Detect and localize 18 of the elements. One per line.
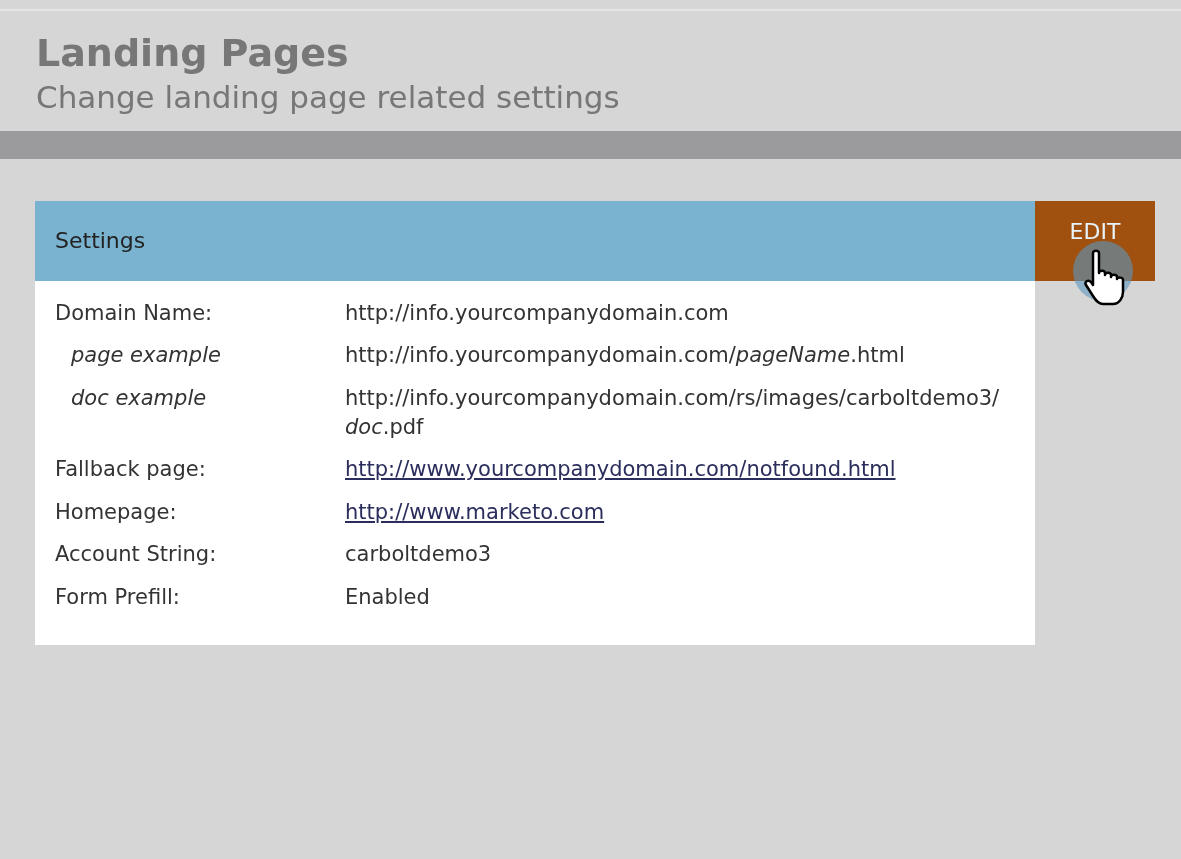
field-value: http://info.yourcompanydomain.com/pageName.html (345, 342, 906, 370)
edit-button[interactable]: EDIT (1035, 200, 1155, 281)
field-value: Enabled (345, 583, 431, 611)
field-label: page example (70, 342, 222, 370)
field-label: Account String: (55, 541, 218, 569)
field-label: Fallback page: (55, 456, 207, 484)
page-title: Landing Pages (36, 31, 350, 77)
link[interactable]: http://www.marketo.com (345, 499, 605, 524)
page-subtitle: Change landing page related settings (36, 77, 621, 117)
panel-title: Settings (55, 227, 146, 256)
field-label: Domain Name: (55, 299, 214, 327)
link[interactable]: http://www.yourcompanydomain.com/notfound.html (345, 457, 896, 482)
field-label: Homepage: (55, 498, 178, 526)
field-label: doc example (70, 384, 208, 412)
field-value: http://info.yourcompanydomain.com/rs/images/carboltdemo3/doc.pdf (345, 384, 1001, 442)
field-value: http://info.yourcompanydomain.com (345, 299, 730, 327)
field-value: carboltdemo3 (345, 541, 493, 569)
field-label: Form Prefill: (55, 583, 181, 611)
